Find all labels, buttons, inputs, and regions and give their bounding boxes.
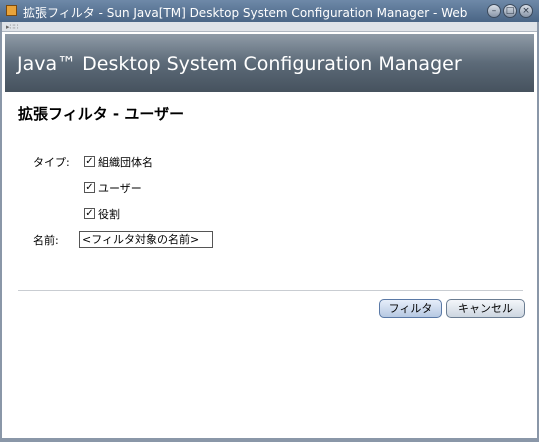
window-title: 拡張フィルタ - Sun Java[TM] Desktop System Con… bbox=[23, 6, 468, 20]
type-label: タイプ: bbox=[33, 156, 70, 169]
window-frame-left bbox=[0, 22, 2, 438]
close-icon[interactable]: × bbox=[519, 4, 533, 18]
maximize-icon[interactable]: □ bbox=[503, 4, 517, 18]
checkbox-role-label: 役割 bbox=[98, 208, 120, 221]
window-frame-bottom bbox=[0, 438, 539, 442]
window-titlebar: 拡張フィルタ - Sun Java[TM] Desktop System Con… bbox=[0, 0, 539, 22]
name-filter-input[interactable]: <フィルタ対象の名前> bbox=[79, 231, 213, 248]
checkbox-organization-label: 組織団体名 bbox=[98, 156, 153, 169]
toolbar-strip: ▸∷∷ bbox=[0, 22, 539, 32]
page-title: 拡張フィルタ - ユーザー bbox=[18, 105, 185, 123]
toolbar-handle-icon[interactable]: ▸∷∷ bbox=[6, 24, 18, 31]
name-label: 名前: bbox=[33, 234, 59, 247]
filter-button[interactable]: フィルタ bbox=[379, 299, 442, 318]
checkbox-organization[interactable]: ✓ bbox=[84, 156, 95, 167]
minimize-icon[interactable]: – bbox=[487, 4, 501, 18]
app-icon bbox=[6, 5, 17, 16]
banner-title: Java™ Desktop System Configuration Manag… bbox=[17, 53, 462, 75]
separator bbox=[18, 290, 523, 291]
checkbox-user[interactable]: ✓ bbox=[84, 182, 95, 193]
product-banner: Java™ Desktop System Configuration Manag… bbox=[5, 34, 534, 92]
checkbox-role[interactable]: ✓ bbox=[84, 208, 95, 219]
checkbox-user-label: ユーザー bbox=[98, 182, 142, 195]
cancel-button[interactable]: キャンセル bbox=[446, 299, 525, 318]
